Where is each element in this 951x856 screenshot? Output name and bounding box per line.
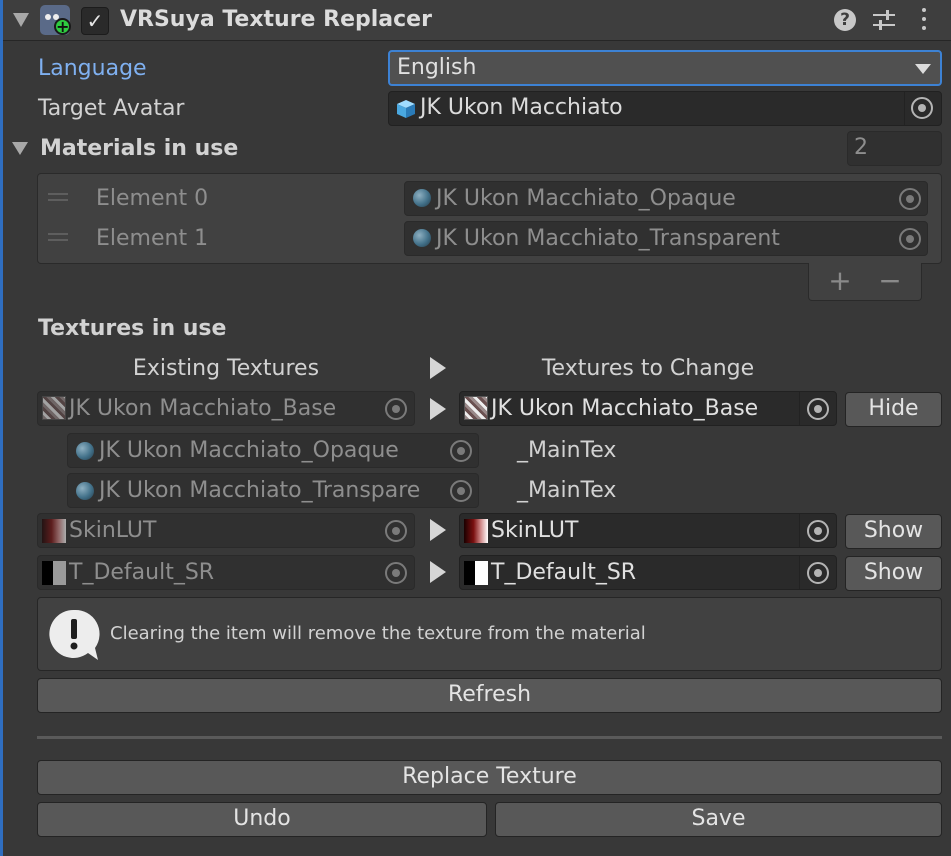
texture-thumbnail-icon	[464, 561, 488, 585]
arrow-right-icon	[430, 561, 446, 583]
replacement-texture-value: JK Ukon Macchiato_Base	[491, 396, 759, 421]
language-value: English	[397, 55, 477, 80]
material-icon	[413, 189, 431, 207]
element-0-value: JK Ukon Macchiato_Opaque	[436, 186, 736, 211]
object-picker-icon[interactable]	[385, 520, 407, 542]
help-icon[interactable]: ?	[834, 9, 856, 31]
save-button[interactable]: Save	[495, 802, 942, 837]
language-label: Language	[38, 56, 147, 81]
arrow-right-icon	[430, 519, 446, 541]
separator	[37, 736, 942, 739]
object-picker-icon[interactable]	[450, 480, 472, 502]
hide-button[interactable]: Hide	[845, 392, 942, 427]
material-reference-field[interactable]: JK Ukon Macchiato_Opaque	[67, 433, 479, 468]
object-picker-divider	[904, 92, 905, 125]
refresh-button[interactable]: Refresh	[37, 678, 942, 713]
replacement-texture-field[interactable]: JK Ukon Macchiato_Base	[459, 391, 837, 426]
object-picker-divider	[799, 514, 800, 547]
element-1-field[interactable]: JK Ukon Macchiato_Transparent	[404, 221, 928, 256]
texture-thumbnail-icon	[464, 396, 488, 420]
prefab-cube-icon	[396, 99, 416, 119]
script-component-icon: +	[40, 5, 71, 35]
remove-element-button[interactable]: −	[876, 266, 904, 296]
texture-thumbnail-icon	[42, 561, 66, 585]
target-avatar-label: Target Avatar	[38, 96, 185, 121]
existing-texture-value: JK Ukon Macchiato_Base	[69, 396, 337, 421]
undo-button[interactable]: Undo	[37, 802, 487, 837]
existing-texture-value: T_Default_SR	[69, 560, 215, 585]
materials-count-field: 2	[847, 131, 942, 166]
material-icon	[76, 482, 94, 500]
replacement-texture-value: SkinLUT	[491, 518, 579, 543]
inspector-edge	[0, 0, 3, 856]
replace-texture-button[interactable]: Replace Texture	[37, 760, 942, 795]
target-avatar-field[interactable]: JK Ukon Macchiato	[388, 91, 942, 126]
component-title: VRSuya Texture Replacer	[120, 7, 432, 32]
component-header[interactable]: + ✓ VRSuya Texture Replacer ?	[3, 0, 951, 41]
info-speech-icon	[48, 608, 100, 660]
element-1-value: JK Ukon Macchiato_Transparent	[436, 226, 780, 251]
existing-textures-header: Existing Textures	[132, 356, 320, 381]
existing-texture-field[interactable]: T_Default_SR	[37, 555, 415, 590]
context-menu-icon[interactable]	[920, 8, 928, 34]
element-1-label: Element 1	[96, 226, 209, 251]
replacement-texture-value: T_Default_SR	[491, 560, 637, 585]
materials-count-value: 2	[854, 135, 868, 160]
object-picker-divider	[799, 392, 800, 425]
object-picker-divider	[799, 556, 800, 589]
existing-texture-field[interactable]: JK Ukon Macchiato_Base	[37, 391, 415, 426]
drag-handle-icon[interactable]	[48, 193, 68, 201]
object-picker-icon[interactable]	[807, 520, 829, 542]
help-box-text: Clearing the item will remove the textur…	[110, 623, 646, 644]
replacement-texture-field[interactable]: SkinLUT	[459, 513, 837, 548]
arrow-right-icon	[430, 398, 446, 420]
object-picker-icon[interactable]	[450, 440, 472, 462]
help-box: Clearing the item will remove the textur…	[37, 597, 942, 671]
replacement-texture-field[interactable]: T_Default_SR	[459, 555, 837, 590]
object-picker-icon[interactable]	[807, 398, 829, 420]
texture-thumbnail-icon	[464, 519, 488, 543]
element-0-field[interactable]: JK Ukon Macchiato_Opaque	[404, 181, 928, 216]
materials-foldout-arrow-icon[interactable]	[12, 142, 28, 155]
existing-texture-value: SkinLUT	[69, 518, 157, 543]
dropdown-arrow-icon	[915, 64, 931, 74]
existing-texture-field[interactable]: SkinLUT	[37, 513, 415, 548]
show-button[interactable]: Show	[845, 514, 942, 549]
material-reference-value: JK Ukon Macchiato_Opaque	[99, 438, 399, 463]
enabled-checkbox[interactable]: ✓	[81, 7, 109, 35]
drag-handle-icon[interactable]	[48, 233, 68, 241]
textures-label: Textures in use	[38, 316, 227, 341]
object-picker-icon[interactable]	[385, 562, 407, 584]
material-reference-field[interactable]: JK Ukon Macchiato_Transpare	[67, 473, 479, 508]
material-reference-value: JK Ukon Macchiato_Transpare	[99, 478, 421, 503]
textures-to-change-header: Textures to Change	[541, 356, 755, 381]
preset-settings-icon[interactable]	[873, 9, 895, 31]
object-picker-icon[interactable]	[807, 562, 829, 584]
add-element-button[interactable]: +	[826, 266, 854, 296]
material-icon	[76, 442, 94, 460]
language-dropdown[interactable]: English	[388, 50, 942, 86]
show-button[interactable]: Show	[845, 556, 942, 591]
texture-thumbnail-icon	[42, 396, 66, 420]
materials-label[interactable]: Materials in use	[40, 135, 238, 163]
arrow-right-icon	[430, 357, 446, 379]
object-picker-icon[interactable]	[385, 398, 407, 420]
material-icon	[413, 229, 431, 247]
foldout-arrow-icon[interactable]	[13, 13, 29, 27]
object-picker-icon[interactable]	[911, 97, 933, 119]
object-picker-icon[interactable]	[899, 188, 921, 210]
element-0-label: Element 0	[96, 186, 209, 211]
texture-property-label: _MainTex	[517, 438, 617, 463]
texture-thumbnail-icon	[42, 519, 66, 543]
object-picker-icon[interactable]	[899, 228, 921, 250]
texture-property-label: _MainTex	[517, 478, 617, 503]
target-avatar-value: JK Ukon Macchiato	[420, 95, 623, 120]
